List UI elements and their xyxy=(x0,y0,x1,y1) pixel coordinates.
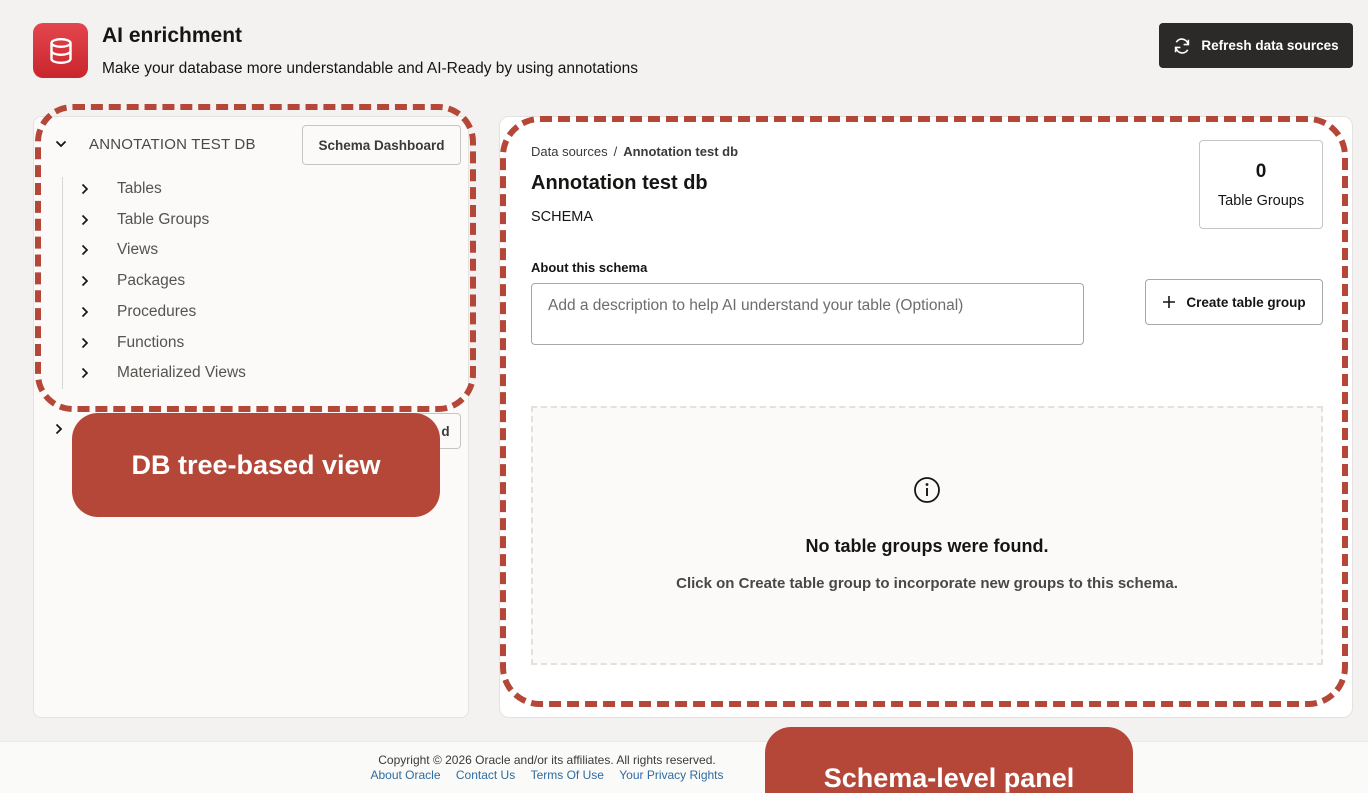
refresh-data-sources-button[interactable]: Refresh data sources xyxy=(1159,23,1353,68)
breadcrumb-root[interactable]: Data sources xyxy=(531,144,608,159)
tree-db-node[interactable]: ANNOTATION TEST DB Schema Dashboard xyxy=(34,117,468,173)
empty-state-description: Click on Create table group to incorpora… xyxy=(676,575,1178,592)
create-table-group-button[interactable]: Create table group xyxy=(1145,279,1323,325)
tree-item-label[interactable]: Procedures xyxy=(117,303,196,321)
footer-link-privacy-rights[interactable]: Your Privacy Rights xyxy=(619,768,723,782)
button-label-partial: d xyxy=(441,423,450,439)
empty-state: No table groups were found. Click on Cre… xyxy=(531,406,1323,665)
schema-panel: Data sources / Annotation test db Annotati… xyxy=(499,116,1353,718)
footer-link-terms-of-use[interactable]: Terms Of Use xyxy=(531,768,604,782)
plus-icon xyxy=(1163,296,1176,308)
schema-type-label: SCHEMA xyxy=(531,209,594,225)
footer-link-about-oracle[interactable]: About Oracle xyxy=(370,768,440,782)
schema-dashboard-button[interactable]: Schema Dashboard xyxy=(302,125,461,165)
stat-label: Table Groups xyxy=(1217,193,1305,209)
tree-db-label[interactable]: ANNOTATION TEST DB xyxy=(89,136,256,153)
tree-item-materialized-views[interactable]: Materialized Views xyxy=(80,361,246,385)
database-icon xyxy=(33,23,88,78)
page-footer: Copyright © 2026 Oracle and/or its affil… xyxy=(0,741,1368,793)
stat-count: 0 xyxy=(1255,161,1267,182)
tree-item-label[interactable]: Table Groups xyxy=(117,211,209,229)
page-subtitle: Make your database more understandable a… xyxy=(102,60,638,77)
refresh-label: Refresh data sources xyxy=(1201,38,1339,53)
tree-item-packages[interactable]: Packages xyxy=(80,269,185,293)
tree-guide-line xyxy=(62,177,63,389)
tree-item-procedures[interactable]: Procedures xyxy=(80,300,196,324)
tree-item-label[interactable]: Views xyxy=(117,241,158,259)
breadcrumb-separator: / xyxy=(613,144,618,159)
chevron-right-icon[interactable] xyxy=(80,336,92,350)
tree-item-functions[interactable]: Functions xyxy=(80,331,184,355)
schema-description-input[interactable] xyxy=(531,283,1084,345)
page-title: AI enrichment xyxy=(102,24,243,47)
chevron-right-icon[interactable] xyxy=(54,422,64,436)
breadcrumb: Data sources / Annotation test db xyxy=(531,144,738,159)
chevron-right-icon[interactable] xyxy=(80,182,92,196)
tree-item-label[interactable]: Functions xyxy=(117,334,184,352)
schema-panel-callout-label: Schema-level panel xyxy=(823,763,1075,793)
tree-item-label[interactable]: Packages xyxy=(117,272,185,290)
tree-item-views[interactable]: Views xyxy=(80,238,158,262)
chevron-right-icon[interactable] xyxy=(80,274,92,288)
refresh-icon xyxy=(1175,37,1190,54)
schema-panel-callout: Schema-level panel xyxy=(765,727,1133,793)
chevron-right-icon[interactable] xyxy=(80,243,92,257)
tree-item-label[interactable]: Materialized Views xyxy=(117,364,246,382)
schema-title: Annotation test db xyxy=(531,172,708,194)
tree-item-table-groups[interactable]: Table Groups xyxy=(80,208,209,232)
table-groups-stat-card: 0 Table Groups xyxy=(1199,140,1323,229)
breadcrumb-current: Annotation test db xyxy=(623,144,739,159)
tree-view-callout: DB tree-based view xyxy=(72,413,440,517)
chevron-down-icon[interactable] xyxy=(54,137,68,151)
create-table-group-label: Create table group xyxy=(1186,294,1306,310)
chevron-right-icon[interactable] xyxy=(80,305,92,319)
info-icon xyxy=(914,477,940,503)
footer-link-contact-us[interactable]: Contact Us xyxy=(456,768,515,782)
empty-state-title: No table groups were found. xyxy=(805,536,1049,556)
tree-item-tables[interactable]: Tables xyxy=(80,177,162,201)
about-schema-label: About this schema xyxy=(531,260,648,275)
app-header: AI enrichment Make your database more un… xyxy=(0,0,1368,100)
tree-item-label[interactable]: Tables xyxy=(117,180,162,198)
chevron-right-icon[interactable] xyxy=(80,213,92,227)
chevron-right-icon[interactable] xyxy=(80,366,92,380)
